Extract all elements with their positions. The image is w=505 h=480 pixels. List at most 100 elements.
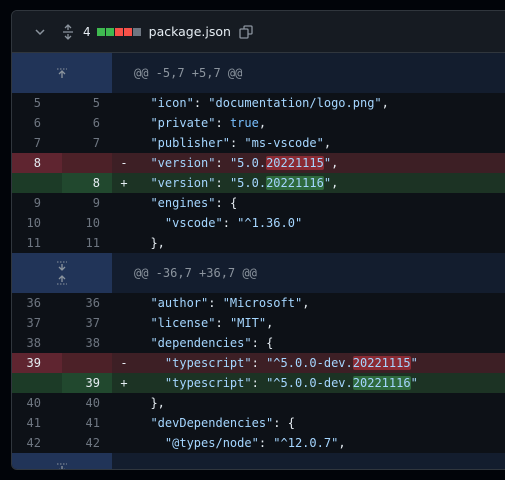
json-key: "icon" bbox=[150, 96, 194, 110]
diff-sign bbox=[112, 193, 136, 213]
new-line-number[interactable]: 37 bbox=[62, 313, 112, 333]
json-key: "dependencies" bbox=[150, 336, 252, 350]
new-line-number[interactable]: 11 bbox=[62, 233, 112, 253]
changed-text-highlight: 20221115 bbox=[266, 156, 324, 170]
expand-all-icon[interactable] bbox=[60, 22, 76, 42]
diff-sign bbox=[112, 233, 136, 253]
json-key: "@types/node" bbox=[164, 436, 259, 450]
diff-sign: + bbox=[120, 376, 128, 390]
chevron-down-icon[interactable] bbox=[32, 24, 48, 40]
diff-line: 39 + "typescript": "^5.0.0-dev.20221116" bbox=[12, 373, 505, 393]
line-code: "devDependencies": { bbox=[112, 413, 505, 433]
new-line-number[interactable]: 41 bbox=[62, 413, 112, 433]
old-line-number[interactable] bbox=[12, 373, 62, 393]
json-punct: { bbox=[229, 196, 238, 210]
json-value: "5.0. bbox=[229, 176, 267, 190]
copy-icon[interactable] bbox=[238, 24, 254, 40]
old-line-number[interactable]: 6 bbox=[12, 113, 62, 133]
old-line-number[interactable]: 11 bbox=[12, 233, 62, 253]
json-value: true bbox=[229, 116, 259, 130]
new-line-number[interactable]: 9 bbox=[62, 193, 112, 213]
old-line-number[interactable]: 41 bbox=[12, 413, 62, 433]
json-punct: , bbox=[381, 96, 389, 110]
json-value: "5.0. bbox=[229, 156, 267, 170]
json-colon: : bbox=[215, 116, 230, 130]
json-key: "license" bbox=[150, 316, 216, 330]
old-line-number[interactable]: 10 bbox=[12, 213, 62, 233]
new-line-number[interactable]: 6 bbox=[62, 113, 112, 133]
json-colon: : bbox=[215, 196, 230, 210]
diff-line: 77 "publisher": "ms-vscode", bbox=[12, 133, 505, 153]
json-colon: : bbox=[251, 356, 267, 370]
new-line-number[interactable]: 5 bbox=[62, 93, 112, 113]
file-name[interactable]: package.json bbox=[149, 24, 231, 39]
diff-sign bbox=[112, 333, 136, 353]
expand-both-icon[interactable] bbox=[12, 253, 112, 293]
old-line-number[interactable]: 5 bbox=[12, 93, 62, 113]
json-colon: : bbox=[273, 416, 288, 430]
json-colon: : bbox=[215, 176, 230, 190]
json-key: "author" bbox=[150, 296, 209, 310]
old-line-number[interactable]: 42 bbox=[12, 433, 62, 453]
diff-line: 42 42 "@types/node": "^12.0.7", bbox=[12, 433, 505, 453]
line-code: }, bbox=[112, 393, 505, 413]
changed-text-highlight: 20221116 bbox=[266, 176, 324, 190]
old-line-number[interactable] bbox=[12, 173, 62, 193]
json-key: "version" bbox=[150, 176, 216, 190]
line-code: "dependencies": { bbox=[112, 333, 505, 353]
line-code: }, bbox=[112, 233, 505, 253]
old-line-number[interactable]: 8 bbox=[12, 153, 62, 173]
old-line-number[interactable]: 7 bbox=[12, 133, 62, 153]
json-punct: , bbox=[331, 176, 339, 190]
old-line-number[interactable]: 36 bbox=[12, 293, 62, 313]
new-line-number[interactable]: 8 bbox=[62, 173, 112, 193]
diff-line: 36 36 "author": "Microsoft", bbox=[12, 293, 505, 313]
new-line-number[interactable] bbox=[62, 353, 112, 373]
diff-line: 55 "icon": "documentation/logo.png", bbox=[12, 93, 505, 113]
new-line-number[interactable]: 38 bbox=[62, 333, 112, 353]
hunk-footer bbox=[12, 453, 505, 469]
expand-down-icon[interactable] bbox=[12, 453, 112, 469]
json-punct: { bbox=[266, 336, 274, 350]
diff-line: 41 41 "devDependencies": { bbox=[12, 413, 505, 433]
line-code: - "version": "5.0.20221115", bbox=[112, 153, 505, 173]
new-line-number[interactable]: 36 bbox=[62, 293, 112, 313]
old-line-number[interactable]: 9 bbox=[12, 193, 62, 213]
hunk-header-text: @@ -36,7 +36,7 @@ bbox=[112, 253, 505, 293]
diffstat-block bbox=[105, 27, 114, 36]
diff-table: @@ -5,7 +5,7 @@ 55 "icon": "documentatio… bbox=[12, 53, 505, 469]
old-line-number[interactable]: 39 bbox=[12, 353, 62, 373]
json-punct: , bbox=[258, 116, 267, 130]
json-key: "typescript" bbox=[164, 356, 252, 370]
new-line-number[interactable]: 7 bbox=[62, 133, 112, 153]
json-colon: : bbox=[215, 156, 230, 170]
json-value: " bbox=[323, 156, 332, 170]
diff-sign bbox=[112, 293, 136, 313]
line-code: "@types/node": "^12.0.7", bbox=[112, 433, 505, 453]
json-key: "devDependencies" bbox=[150, 416, 274, 430]
expand-up-icon[interactable] bbox=[12, 53, 112, 93]
diff-sign bbox=[112, 413, 136, 433]
json-value: "^12.0.7" bbox=[273, 436, 339, 450]
diffstat-bar bbox=[96, 27, 141, 36]
new-line-number[interactable]: 40 bbox=[62, 393, 112, 413]
new-line-number[interactable]: 39 bbox=[62, 373, 112, 393]
new-line-number[interactable]: 10 bbox=[62, 213, 112, 233]
old-line-number[interactable]: 37 bbox=[12, 313, 62, 333]
json-value: " bbox=[410, 376, 418, 390]
old-line-number[interactable]: 38 bbox=[12, 333, 62, 353]
json-colon: : bbox=[258, 436, 274, 450]
new-line-number[interactable]: 42 bbox=[62, 433, 112, 453]
json-key: "typescript" bbox=[164, 376, 252, 390]
old-line-number[interactable]: 40 bbox=[12, 393, 62, 413]
new-line-number[interactable] bbox=[62, 153, 112, 173]
